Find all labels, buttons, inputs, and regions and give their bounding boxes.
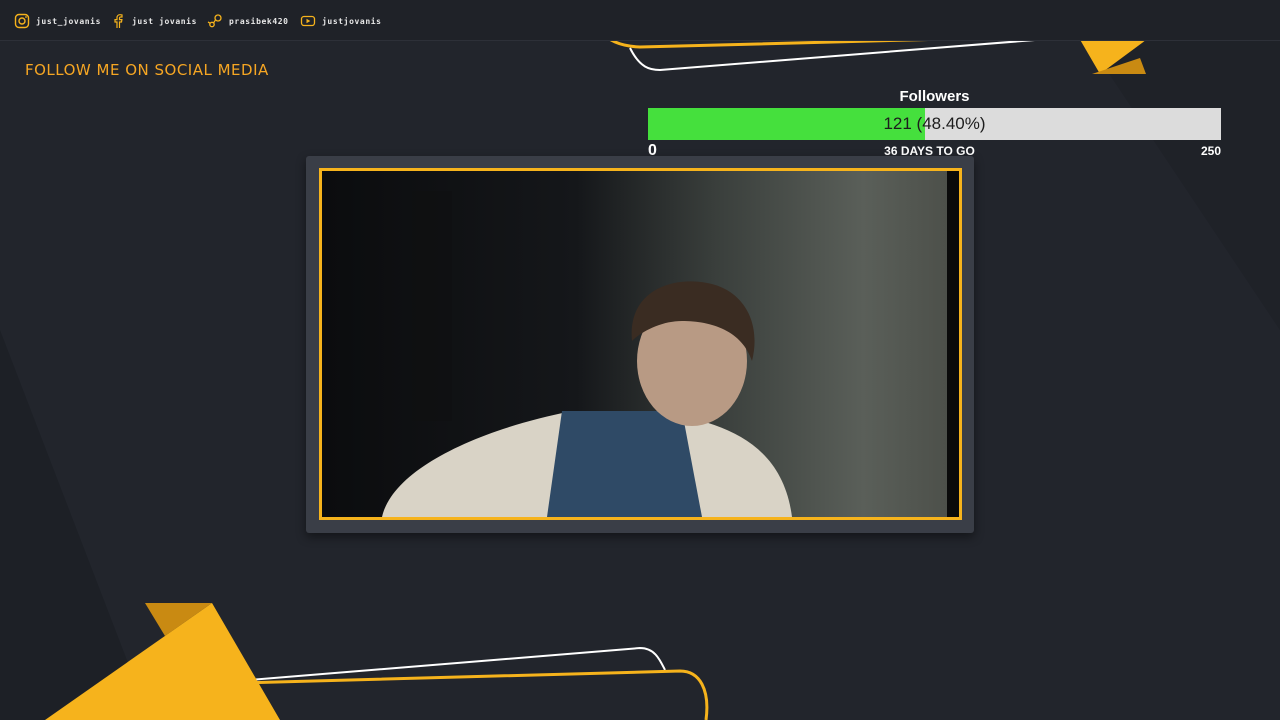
instagram-icon bbox=[14, 13, 30, 29]
social-bar: just_jovanis just jovanis prasibek420 ju… bbox=[0, 0, 1280, 41]
background-panel-left bbox=[0, 330, 150, 720]
bottom-yellow-line bbox=[239, 669, 709, 720]
webcam-image bbox=[322, 171, 959, 517]
youtube-icon bbox=[300, 13, 316, 29]
goal-max-label: 250 bbox=[1200, 144, 1221, 158]
social-facebook[interactable]: just jovanis bbox=[110, 13, 197, 29]
steam-icon bbox=[207, 13, 223, 29]
goal-progress-text: 121 (48.40%) bbox=[883, 114, 986, 133]
bottom-white-line bbox=[249, 646, 666, 681]
social-youtube-label: justjovanis bbox=[322, 16, 382, 26]
goal-progress-bar: 121 (48.40%) bbox=[648, 108, 1221, 140]
webcam-feed bbox=[319, 168, 962, 520]
social-youtube[interactable]: justjovanis bbox=[300, 13, 382, 29]
social-steam[interactable]: prasibek420 bbox=[207, 13, 289, 29]
social-steam-label: prasibek420 bbox=[229, 16, 289, 26]
facebook-icon bbox=[110, 13, 126, 29]
follow-heading: FOLLOW ME ON SOCIAL MEDIA bbox=[25, 61, 269, 79]
social-facebook-label: just jovanis bbox=[132, 16, 197, 26]
social-instagram-label: just_jovanis bbox=[36, 16, 101, 26]
social-instagram[interactable]: just_jovanis bbox=[14, 13, 101, 29]
goal-title: Followers bbox=[899, 88, 970, 105]
